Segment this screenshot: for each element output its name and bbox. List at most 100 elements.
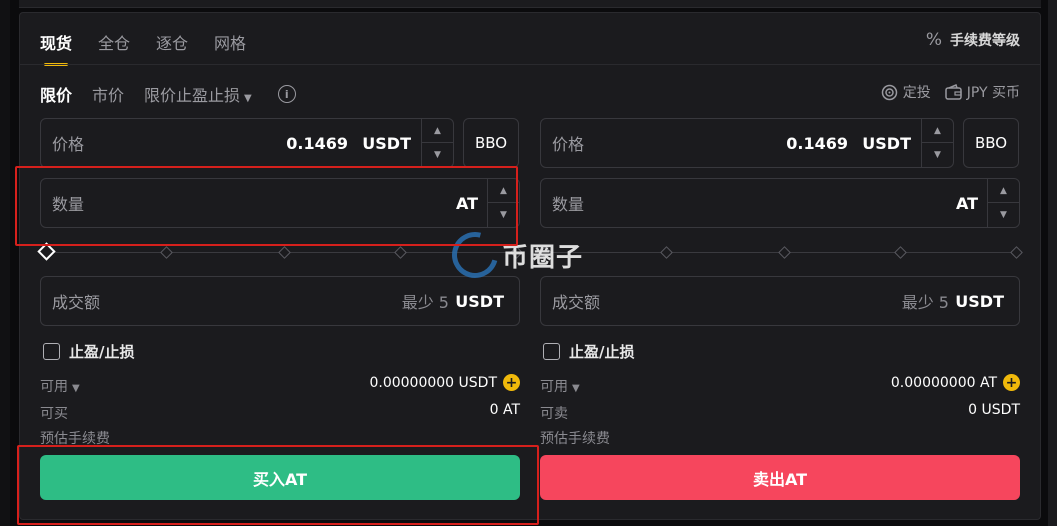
tab-grid[interactable]: 网格 <box>214 30 246 54</box>
increment-icon[interactable]: ▲ <box>422 119 453 143</box>
sell-total-field[interactable]: 成交额 最少 5 USDT <box>540 276 1020 326</box>
slider-step-100[interactable] <box>1010 246 1023 259</box>
buy-max-value: 0 AT <box>489 402 520 418</box>
slider-step-50[interactable] <box>278 246 291 259</box>
sell-price-stepper: ▲ ▼ <box>921 119 953 167</box>
order-type-stop-limit[interactable]: 限价止盈止损 ▼ <box>144 82 252 106</box>
sell-button[interactable]: 卖出AT <box>540 455 1020 500</box>
slider-step-50[interactable] <box>778 246 791 259</box>
slider-step-75[interactable] <box>394 246 407 259</box>
decrement-icon[interactable]: ▼ <box>488 203 519 227</box>
buy-available-value: 0.00000000 USDT + <box>369 374 520 391</box>
buy-available-label[interactable]: 可用 ▼ <box>40 376 80 396</box>
buy-tpsl-checkbox[interactable]: 止盈/止损 <box>43 341 134 362</box>
caret-down-icon: ▼ <box>572 383 580 394</box>
increment-icon[interactable]: ▲ <box>988 179 1019 203</box>
tabs-divider <box>20 64 1040 65</box>
sell-quantity-field[interactable]: 数量 AT ▲ ▼ <box>540 178 1020 228</box>
right-actions: 定投 JPY 买币 <box>881 82 1020 102</box>
auto-invest-link[interactable]: 定投 <box>881 82 931 102</box>
sell-price-unit: USDT <box>862 133 911 153</box>
fee-level-label: 手续费等级 <box>950 33 1020 49</box>
buy-with-fiat-link[interactable]: JPY 买币 <box>944 82 1020 102</box>
buy-quantity-label: 数量 <box>52 195 85 214</box>
buy-available-text: 可用 <box>40 379 68 395</box>
slider-handle[interactable] <box>37 242 56 261</box>
buy-total-label: 成交额 <box>52 293 101 312</box>
buy-total-min: 最少 5 <box>401 293 449 312</box>
checkbox-box[interactable] <box>543 343 560 360</box>
info-icon[interactable]: i <box>277 85 296 103</box>
sell-available-value: 0.00000000 AT + <box>891 374 1020 391</box>
buy-price-unit: USDT <box>362 133 411 153</box>
trade-tabs: 现货 全仓 逐仓 网格 <box>40 30 272 66</box>
sell-price-label: 价格 <box>552 135 585 154</box>
slider-step-25[interactable] <box>160 246 173 259</box>
percent-icon: % <box>925 30 942 50</box>
buy-quantity-unit: AT <box>455 193 478 213</box>
watermark-logo: 币圈子 <box>443 223 584 287</box>
increment-icon[interactable]: ▲ <box>922 119 953 143</box>
sell-price-value: 0.1469 <box>786 133 848 153</box>
buy-with-fiat-label: JPY 买币 <box>966 85 1020 101</box>
order-type-limit[interactable]: 限价 <box>40 82 72 106</box>
sell-tpsl-label: 止盈/止损 <box>569 343 635 361</box>
checkbox-box[interactable] <box>43 343 60 360</box>
buy-tpsl-label: 止盈/止损 <box>69 343 135 361</box>
buy-price-value: 0.1469 <box>286 133 348 153</box>
order-type-stop-limit-label: 限价止盈止损 <box>144 86 241 105</box>
buy-amount-slider[interactable] <box>37 242 523 261</box>
sell-total-label: 成交额 <box>552 293 601 312</box>
buy-bbo-button[interactable]: BBO <box>463 118 519 168</box>
sell-amount-slider[interactable] <box>538 244 1023 260</box>
buy-button[interactable]: 买入AT <box>40 455 520 500</box>
decrement-icon[interactable]: ▼ <box>988 203 1019 227</box>
watermark-text: 币圈子 <box>502 242 584 273</box>
sell-total-unit: USDT <box>955 291 1004 311</box>
auto-invest-label: 定投 <box>902 85 931 101</box>
buy-price-stepper: ▲ ▼ <box>421 119 453 167</box>
buy-price-label: 价格 <box>52 135 85 154</box>
buy-max-label: 可买 <box>40 406 68 422</box>
sell-quantity-stepper: ▲ ▼ <box>987 179 1019 227</box>
caret-down-icon: ▼ <box>72 383 80 394</box>
background-edge <box>0 0 10 526</box>
buy-available-amount: 0.00000000 USDT <box>369 374 497 391</box>
sell-available-label[interactable]: 可用 ▼ <box>540 376 580 396</box>
top-strip <box>19 0 1041 8</box>
increment-icon[interactable]: ▲ <box>488 179 519 203</box>
sell-available-amount: 0.00000000 AT <box>890 374 997 391</box>
decrement-icon[interactable]: ▼ <box>922 143 953 167</box>
slider-step-75[interactable] <box>894 246 907 259</box>
target-icon <box>881 84 897 100</box>
caret-down-icon: ▼ <box>244 93 252 104</box>
sell-available-text: 可用 <box>540 379 568 395</box>
sell-max-value: 0 USDT <box>968 402 1020 418</box>
tab-spot[interactable]: 现货 <box>40 30 72 66</box>
slider-step-25[interactable] <box>660 246 673 259</box>
buy-quantity-field[interactable]: 数量 AT ▲ ▼ <box>40 178 520 228</box>
tab-isolated[interactable]: 逐仓 <box>156 30 188 54</box>
fee-level-link[interactable]: % 手续费等级 <box>926 30 1020 50</box>
sell-quantity-unit: AT <box>955 193 978 213</box>
add-funds-icon[interactable]: + <box>503 374 520 391</box>
add-funds-icon[interactable]: + <box>1003 374 1020 391</box>
order-type-selector: 限价 市价 限价止盈止损 ▼ i <box>40 82 296 106</box>
buy-total-field[interactable]: 成交额 最少 5 USDT <box>40 276 520 326</box>
watermark-ring-icon <box>443 223 507 287</box>
sell-fee-label: 预估手续费 <box>540 431 610 447</box>
wallet-icon <box>944 84 962 100</box>
sell-price-field[interactable]: 价格 0.1469 USDT ▲ ▼ <box>540 118 954 168</box>
tab-cross[interactable]: 全仓 <box>98 30 130 54</box>
sell-bbo-button[interactable]: BBO <box>963 118 1019 168</box>
decrement-icon[interactable]: ▼ <box>422 143 453 167</box>
buy-fee-label: 预估手续费 <box>40 431 110 447</box>
buy-price-field[interactable]: 价格 0.1469 USDT ▲ ▼ <box>40 118 454 168</box>
sell-total-min: 最少 5 <box>901 293 949 312</box>
order-type-market[interactable]: 市价 <box>92 82 124 106</box>
sell-max-label: 可卖 <box>540 406 568 422</box>
sell-tpsl-checkbox[interactable]: 止盈/止损 <box>543 341 634 362</box>
buy-total-unit: USDT <box>455 291 504 311</box>
sell-quantity-label: 数量 <box>552 195 585 214</box>
right-edge <box>1048 0 1057 526</box>
